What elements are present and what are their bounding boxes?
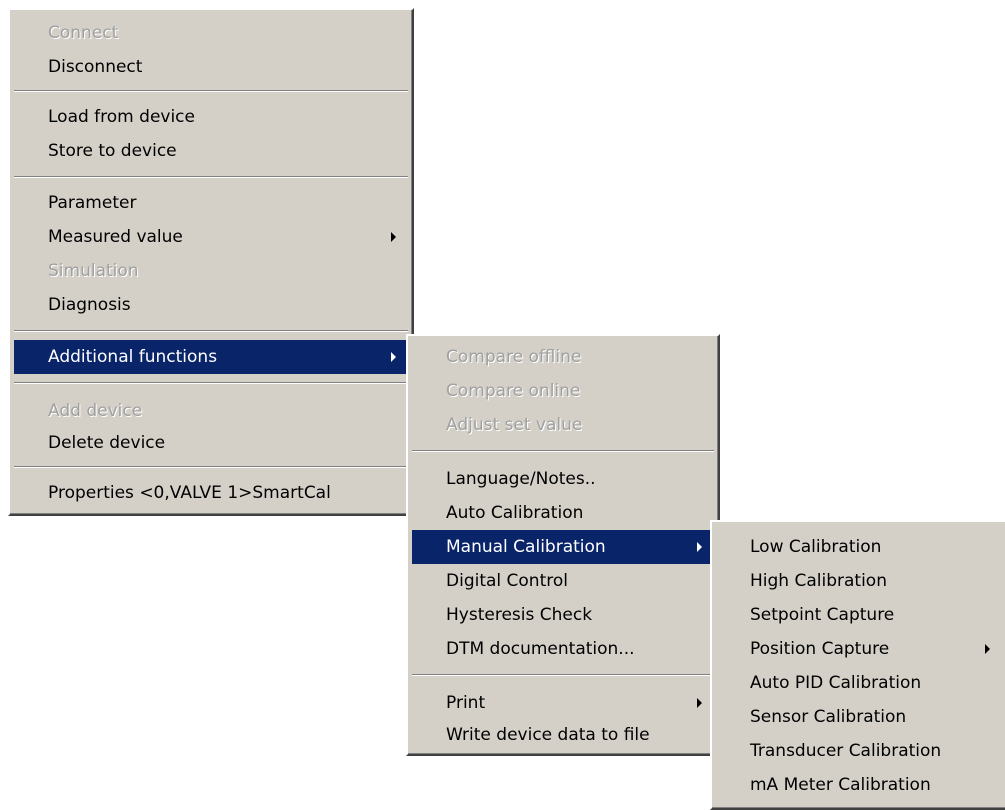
menu-item-label: Compare online bbox=[446, 381, 581, 401]
menu-item-position-capture[interactable]: Position Capture bbox=[716, 632, 1004, 666]
menu-item-label: Hysteresis Check bbox=[446, 605, 593, 625]
menu-item-manual-calibration[interactable]: Manual Calibration bbox=[412, 530, 714, 564]
menu-item-high-calibration[interactable]: High Calibration bbox=[716, 564, 1004, 598]
menu-separator bbox=[412, 674, 714, 676]
context-menu: Connect Disconnect Load from device Stor… bbox=[8, 8, 414, 516]
menu-item-label: Adjust set value bbox=[446, 415, 583, 435]
menu-separator bbox=[412, 450, 714, 452]
menu-item-simulation: Simulation bbox=[14, 254, 408, 288]
menu-item-compare-offline: Compare offline bbox=[412, 340, 714, 374]
menu-item-label: mA Meter Calibration bbox=[750, 775, 931, 795]
menu-item-label: Load from device bbox=[48, 107, 195, 127]
menu-item-label: High Calibration bbox=[750, 571, 887, 591]
menu-item-connect: Connect bbox=[14, 16, 408, 50]
menu-item-label: Auto Calibration bbox=[446, 503, 584, 523]
menu-item-label: Additional functions bbox=[48, 347, 218, 367]
menu-item-language-notes[interactable]: Language/Notes.. bbox=[412, 462, 714, 496]
menu-separator bbox=[14, 330, 408, 332]
menu-separator bbox=[14, 176, 408, 178]
menu-item-hysteresis-check[interactable]: Hysteresis Check bbox=[412, 598, 714, 632]
menu-item-diagnosis[interactable]: Diagnosis bbox=[14, 288, 408, 322]
menu-item-parameter[interactable]: Parameter bbox=[14, 186, 408, 220]
submenu-arrow-icon bbox=[391, 352, 396, 362]
menu-item-label: Sensor Calibration bbox=[750, 707, 907, 727]
menu-item-label: Digital Control bbox=[446, 571, 568, 591]
menu-item-compare-online: Compare online bbox=[412, 374, 714, 408]
menu-item-dtm-documentation[interactable]: DTM documentation... bbox=[412, 632, 714, 666]
menu-item-setpoint-capture[interactable]: Setpoint Capture bbox=[716, 598, 1004, 632]
menu-item-store-to-device[interactable]: Store to device bbox=[14, 134, 408, 168]
menu-item-label: DTM documentation... bbox=[446, 639, 635, 659]
menu-item-label: Add device bbox=[48, 401, 143, 421]
menu-item-adjust-set-value: Adjust set value bbox=[412, 408, 714, 442]
menu-item-auto-calibration[interactable]: Auto Calibration bbox=[412, 496, 714, 530]
menu-item-label: Low Calibration bbox=[750, 537, 882, 557]
menu-item-auto-pid-calibration[interactable]: Auto PID Calibration bbox=[716, 666, 1004, 700]
menu-separator bbox=[14, 90, 408, 92]
menu-item-transducer-calibration[interactable]: Transducer Calibration bbox=[716, 734, 1004, 768]
menu-separator bbox=[14, 382, 408, 384]
menu-item-print[interactable]: Print bbox=[412, 686, 714, 720]
menu-item-label: Delete device bbox=[48, 433, 166, 453]
menu-item-label: Store to device bbox=[48, 141, 177, 161]
menu-item-label: Transducer Calibration bbox=[750, 741, 942, 761]
menu-item-label: Setpoint Capture bbox=[750, 605, 895, 625]
menu-item-digital-control[interactable]: Digital Control bbox=[412, 564, 714, 598]
menu-item-additional-functions[interactable]: Additional functions bbox=[14, 340, 408, 374]
menu-item-measured-value[interactable]: Measured value bbox=[14, 220, 408, 254]
submenu-arrow-icon bbox=[697, 698, 702, 708]
additional-functions-submenu: Compare offline Compare online Adjust se… bbox=[406, 334, 720, 756]
menu-item-label: Write device data to file bbox=[446, 725, 650, 745]
menu-item-properties[interactable]: Properties <0,VALVE 1>SmartCal bbox=[14, 476, 408, 510]
manual-calibration-submenu: Low Calibration High Calibration Setpoin… bbox=[710, 520, 1005, 810]
menu-item-sensor-calibration[interactable]: Sensor Calibration bbox=[716, 700, 1004, 734]
menu-item-load-from-device[interactable]: Load from device bbox=[14, 100, 408, 134]
menu-item-write-device-data[interactable]: Write device data to file bbox=[412, 718, 714, 752]
menu-item-disconnect[interactable]: Disconnect bbox=[14, 50, 408, 84]
menu-item-ma-meter-calibration[interactable]: mA Meter Calibration bbox=[716, 768, 1004, 802]
menu-item-label: Position Capture bbox=[750, 639, 890, 659]
menu-item-add-device: Add device bbox=[14, 394, 408, 428]
menu-item-label: Print bbox=[446, 693, 486, 713]
menu-item-label: Simulation bbox=[48, 261, 139, 281]
menu-item-label: Diagnosis bbox=[48, 295, 131, 315]
menu-item-label: Disconnect bbox=[48, 57, 143, 77]
menu-separator bbox=[14, 466, 408, 468]
menu-item-label: Manual Calibration bbox=[446, 537, 606, 557]
menu-item-label: Connect bbox=[48, 23, 119, 43]
menu-item-label: Parameter bbox=[48, 193, 137, 213]
menu-item-label: Compare offline bbox=[446, 347, 582, 367]
submenu-arrow-icon bbox=[697, 542, 702, 552]
menu-item-low-calibration[interactable]: Low Calibration bbox=[716, 530, 1004, 564]
menu-item-label: Measured value bbox=[48, 227, 183, 247]
menu-item-label: Auto PID Calibration bbox=[750, 673, 922, 693]
submenu-arrow-icon bbox=[985, 644, 990, 654]
menu-item-label: Properties <0,VALVE 1>SmartCal bbox=[48, 483, 331, 503]
submenu-arrow-icon bbox=[391, 232, 396, 242]
menu-item-label: Language/Notes.. bbox=[446, 469, 596, 489]
menu-item-delete-device[interactable]: Delete device bbox=[14, 426, 408, 460]
